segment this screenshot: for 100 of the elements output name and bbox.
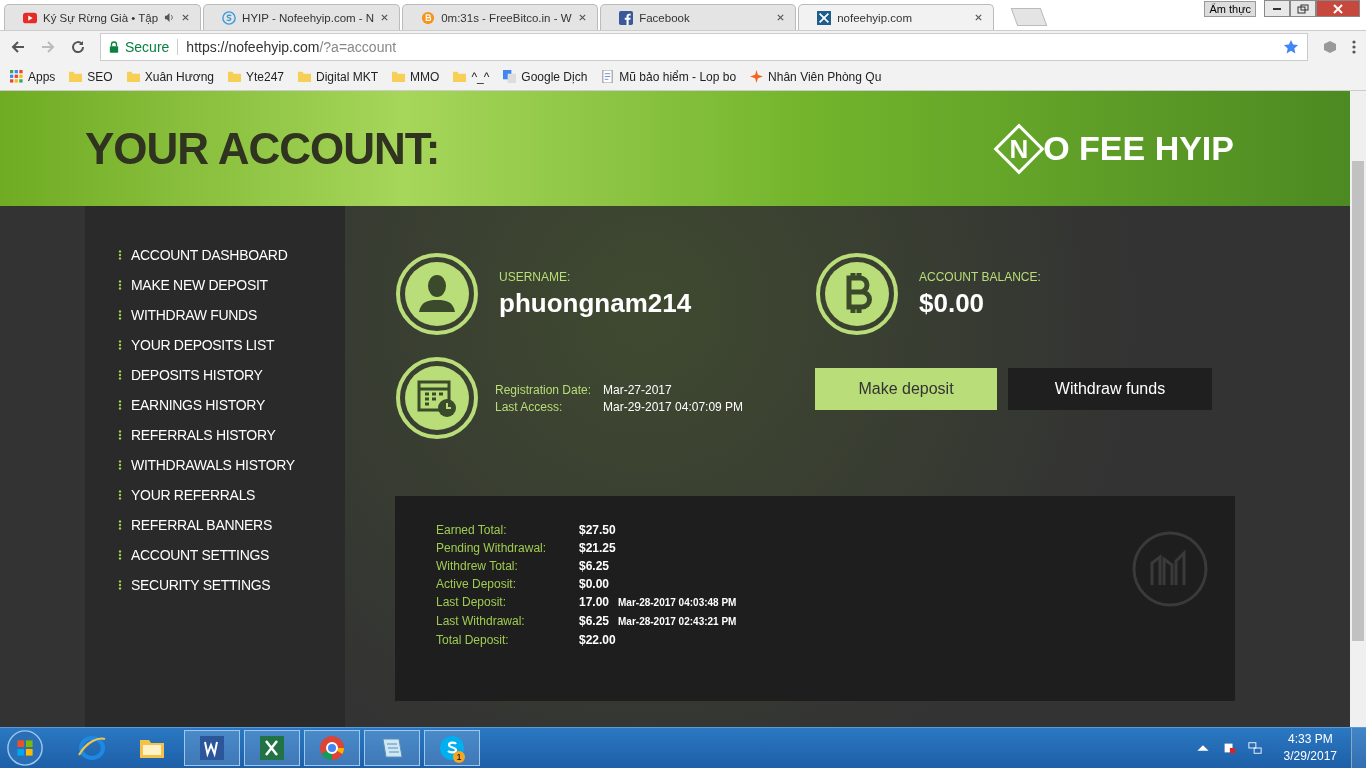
dotted-bullet-icon — [118, 400, 122, 410]
sidebar-link-text[interactable]: WITHDRAWALS HISTORY — [131, 457, 295, 473]
reload-icon[interactable] — [70, 39, 86, 55]
dotted-bullet-icon — [118, 370, 122, 380]
date-value: Mar-29-2017 04:07:09 PM — [603, 399, 744, 414]
taskbar-button[interactable] — [184, 730, 240, 766]
minimize-button[interactable] — [1264, 0, 1290, 17]
sidebar-link-text[interactable]: REFERRAL BANNERS — [131, 517, 272, 533]
lock-icon — [109, 41, 119, 53]
translate-icon — [503, 70, 517, 83]
profile-button[interactable]: Ẩm thực — [1204, 1, 1256, 17]
folder-icon — [126, 70, 140, 83]
taskbar-button[interactable] — [244, 730, 300, 766]
document-icon — [601, 70, 615, 83]
sidebar-link-text[interactable]: EARNINGS HISTORY — [131, 397, 265, 413]
x-logo-icon — [817, 10, 832, 25]
username-label: USERNAME: — [499, 269, 572, 284]
stat-label: Earned Total: — [436, 522, 508, 539]
clock[interactable]: 4:33 PM 3/29/2017 — [1273, 731, 1347, 765]
restore-button[interactable] — [1290, 0, 1316, 17]
bookmark-item[interactable]: ^_^ — [453, 69, 490, 84]
browser-tab[interactable]: Ký Sự Rừng Già • Tập — [4, 4, 202, 30]
secure-label: Secure — [125, 39, 170, 55]
sidebar-link-text[interactable]: SECURITY SETTINGS — [131, 577, 271, 593]
sidebar-link-text[interactable]: ACCOUNT DASHBOARD — [131, 247, 288, 263]
bookmark-item[interactable]: Google Dịch — [503, 69, 588, 84]
close-icon[interactable] — [974, 13, 984, 22]
taskbar-button[interactable]: 1 — [424, 730, 480, 766]
close-icon[interactable] — [181, 13, 191, 22]
menu-icon[interactable] — [1352, 39, 1356, 55]
sidebar-link-text[interactable]: MAKE NEW DEPOSIT — [131, 277, 268, 293]
dotted-bullet-icon — [118, 250, 122, 260]
deposit-button[interactable]: Make deposit — [815, 368, 997, 410]
close-icon[interactable] — [776, 13, 786, 22]
stat-value: $22.00 — [579, 633, 616, 647]
calendar-clock-icon — [395, 356, 479, 440]
taskbar-button[interactable] — [304, 730, 360, 766]
folder-icon — [392, 70, 406, 83]
logo-mark: N — [993, 123, 1045, 174]
browser-tab[interactable]: nofeehyip.com — [798, 4, 995, 30]
withdraw-button[interactable]: Withdraw funds — [1008, 368, 1212, 410]
balance-amount: $0.00 — [919, 287, 986, 319]
play-icon — [23, 10, 37, 25]
bookmark-item[interactable]: Yte247 — [228, 69, 285, 84]
dotted-bullet-icon — [118, 460, 122, 470]
bookmark-item[interactable]: Apps — [10, 69, 56, 84]
sidebar-link-text[interactable]: WITHDRAW FUNDS — [131, 307, 257, 323]
extension-icon[interactable] — [1322, 39, 1338, 55]
dotted-bullet-icon — [118, 580, 122, 590]
bookmark-item[interactable]: Nhân Viên Phòng Qu — [750, 69, 882, 84]
browser-tab[interactable]: 0m:31s - FreeBitco.in - W — [402, 4, 599, 30]
bookmark-item[interactable]: Digital MKT — [298, 69, 379, 84]
speaker-icon[interactable] — [164, 12, 176, 23]
back-icon[interactable] — [10, 39, 26, 55]
bookmark-item[interactable]: Xuân Hương — [126, 69, 214, 84]
stat-label: Last Deposit: — [436, 594, 508, 611]
stat-value: $6.25 — [579, 614, 610, 628]
user-silhouette-icon — [395, 252, 479, 336]
stat-label: Active Deposit: — [436, 576, 518, 593]
sidebar-link-text[interactable]: YOUR REFERRALS — [131, 487, 256, 503]
address-bar[interactable]: Secure https://nofeehyip.com/?a=account — [100, 33, 1308, 61]
sidebar-link-text[interactable]: YOUR DEPOSITS LIST — [131, 337, 275, 353]
x-spreadsheet-icon — [257, 733, 287, 763]
bookmark-item[interactable]: Mũ bảo hiểm - Lop bo — [601, 69, 737, 84]
stat-value: $21.25 — [579, 541, 616, 555]
dotted-bullet-icon — [118, 280, 122, 290]
date-label: Last Access: — [495, 399, 564, 414]
dotted-bullet-icon — [118, 520, 122, 530]
browser-tab[interactable]: Facebook — [600, 4, 797, 30]
scrollbar[interactable] — [1350, 91, 1366, 727]
restore-icon — [1297, 3, 1309, 14]
sidebar-link-text[interactable]: DEPOSITS HISTORY — [131, 367, 263, 383]
balance-label: ACCOUNT BALANCE: — [919, 269, 1041, 284]
minimize-icon — [1273, 7, 1281, 10]
starburst-icon — [750, 70, 764, 83]
stat-label: Pending Withdrawal: — [436, 540, 548, 557]
w-document-icon — [197, 733, 227, 763]
date-value: Mar-27-2017 — [603, 382, 672, 397]
start-button[interactable] — [6, 729, 44, 767]
e-logo-icon — [77, 733, 107, 763]
close-icon[interactable] — [380, 13, 390, 22]
star-icon[interactable] — [1283, 39, 1299, 55]
sidebar-link-text[interactable]: ACCOUNT SETTINGS — [131, 547, 270, 563]
stat-date: Mar-28-2017 04:03:48 PM — [618, 597, 737, 608]
close-icon[interactable] — [578, 13, 588, 22]
network-icon[interactable] — [1247, 741, 1262, 755]
taskbar-button[interactable] — [364, 730, 420, 766]
notification-badge: 1 — [453, 751, 465, 763]
browser-icon — [317, 733, 347, 763]
sidebar-link-text[interactable]: REFERRALS HISTORY — [131, 427, 276, 443]
bar-chart-icon — [1132, 531, 1208, 607]
url-text: https://nofeehyip.com/?a=account — [186, 39, 397, 55]
bookmark-item[interactable]: MMO — [392, 69, 440, 84]
dotted-bullet-icon — [118, 430, 122, 440]
close-icon — [1332, 3, 1344, 14]
bookmark-item[interactable]: SEO — [69, 69, 113, 84]
date-label: Registration Date: — [495, 382, 593, 397]
close-window-button[interactable] — [1316, 0, 1360, 17]
page-title: YOUR ACCOUNT: — [85, 123, 440, 174]
browser-tab[interactable]: HYIP - Nofeehyip.com - N — [203, 4, 401, 30]
